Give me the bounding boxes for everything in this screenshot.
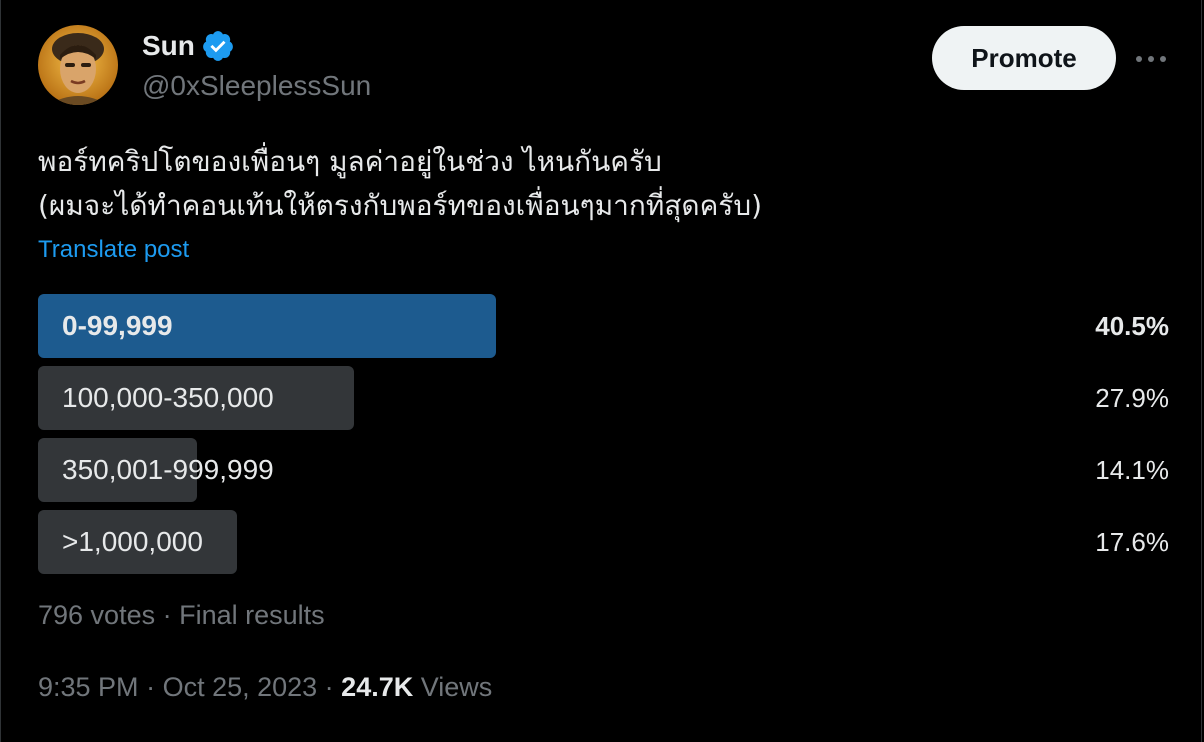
poll-option-percent: 17.6% [1095,526,1169,557]
post-time[interactable]: 9:35 PM [38,672,139,702]
separator: · [317,672,342,702]
display-name[interactable]: Sun [142,30,195,62]
poll-summary: 796 votes · Final results [38,600,325,631]
poll-option-label: 0-99,999 [62,310,173,341]
more-options-icon[interactable] [1133,44,1169,74]
post-text: พอร์ทคริปโตของเพื่อนๆ มูลค่าอยู่ในช่วง ไ… [38,140,1168,228]
views-label: Views [420,672,493,702]
tweet-card: Sun @0xSleeplessSun Promote พอร์ทคริปโตข… [0,0,1202,742]
poll-option-label: >1,000,000 [62,526,203,557]
post-meta: 9:35 PM · Oct 25, 2023 · 24.7K Views [38,672,492,703]
poll-option: 350,001-999,999 14.1% [38,438,1169,502]
poll-option-label: 100,000-350,000 [62,382,274,413]
post-text-line: (ผมจะได้ทำคอนเท้นให้ตรงกับพอร์ทของเพื่อน… [38,189,763,222]
poll-option: 0-99,999 40.5% [38,294,1169,358]
poll-status: Final results [179,600,325,630]
translate-post-link[interactable]: Translate post [38,236,189,264]
poll-option-label: 350,001-999,999 [62,454,274,485]
poll-option: 100,000-350,000 27.9% [38,366,1169,430]
author-handle[interactable]: @0xSleeplessSun [142,70,371,102]
separator: · [155,600,180,630]
poll-votes: 796 votes [38,600,156,630]
poll-option-percent: 14.1% [1095,454,1169,485]
poll-option-percent: 27.9% [1095,382,1169,413]
verified-badge-icon[interactable] [201,29,235,63]
poll: 0-99,999 40.5% 100,000-350,000 27.9% 350… [38,294,1169,582]
views-count: 24.7K [341,672,414,702]
avatar-image [38,25,118,105]
author-name-row[interactable]: Sun [142,28,235,64]
avatar[interactable] [38,25,118,105]
post-text-line: พอร์ทคริปโตของเพื่อนๆ มูลค่าอยู่ในช่วง ไ… [38,145,662,178]
poll-option-percent: 40.5% [1095,310,1169,341]
separator: · [138,672,163,702]
poll-option: >1,000,000 17.6% [38,510,1169,574]
post-date[interactable]: Oct 25, 2023 [163,672,318,702]
promote-button[interactable]: Promote [932,26,1116,90]
